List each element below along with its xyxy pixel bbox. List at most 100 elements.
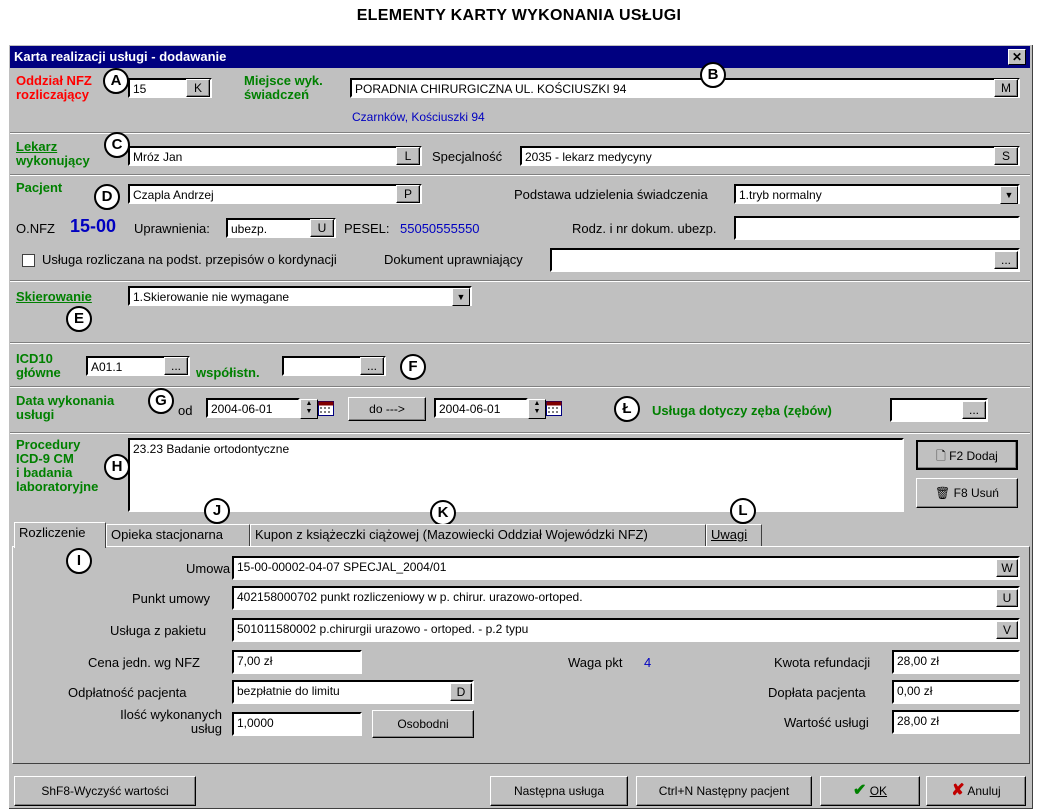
dokument-label: Dokument uprawniający	[384, 252, 523, 267]
date-from-spinner[interactable]: ▲ ▼	[300, 399, 318, 419]
procedury-label: Procedury ICD-9 CM i badania laboratoryj…	[16, 437, 99, 494]
procedury-list[interactable]: 23.23 Badanie ortodontyczne	[128, 438, 904, 512]
lekarz-label: Lekarz wykonujący	[16, 139, 90, 168]
koordynacja-checkbox[interactable]	[22, 254, 35, 267]
pacjent-input[interactable]: Czapla Andrzej	[128, 184, 422, 204]
podstawa-select[interactable]: 1.tryb normalny	[734, 184, 1020, 204]
wspolistn-button[interactable]: ...	[360, 357, 384, 375]
tab-opieka-stacjonarna[interactable]: Opieka stacjonarna	[106, 524, 250, 546]
cancel-button[interactable]: ✘ Anuluj	[926, 776, 1026, 806]
odplatnosc-button[interactable]: D	[450, 683, 472, 701]
ilosc-label: Ilość wykonanych usług	[120, 707, 222, 736]
punkt-input[interactable]: 402158000702 punkt rozliczeniowy w p. ch…	[232, 586, 1020, 610]
pesel-label: PESEL:	[344, 221, 390, 236]
punkt-button[interactable]: U	[996, 589, 1018, 607]
miejsce-address: Czarnków, Kościuszki 94	[352, 110, 485, 124]
marker-l: L	[730, 498, 756, 524]
wartosc-label: Wartość usługi	[784, 715, 869, 730]
specjalnosc-label: Specjalność	[432, 149, 503, 164]
miejsce-button[interactable]: M	[994, 79, 1018, 97]
date-to-input[interactable]: 2004-06-01	[434, 398, 528, 418]
specjalnosc-button[interactable]: S	[994, 147, 1018, 165]
calendar-icon[interactable]	[546, 400, 562, 416]
osobodni-button[interactable]: Osobodni	[372, 710, 474, 738]
doplata-input[interactable]: 0,00 zł	[892, 680, 1020, 704]
lekarz-button[interactable]: L	[396, 147, 420, 165]
separator	[10, 132, 1030, 134]
cena-label: Cena jedn. wg NFZ	[88, 655, 200, 670]
marker-g: G	[148, 388, 174, 414]
oddzial-label: Oddział NFZ rozliczający	[16, 73, 92, 102]
cena-input[interactable]: 7,00 zł	[232, 650, 362, 674]
rodz-dokum-label: Rodz. i nr dokum. ubezp.	[572, 221, 717, 236]
trash-icon: 🗑	[935, 486, 951, 500]
icd10-button[interactable]: ...	[164, 357, 188, 375]
miejsce-input[interactable]: PORADNIA CHIRURGICZNA UL. KOŚCIUSZKI 94	[350, 78, 1020, 98]
umowa-input[interactable]: 15-00-00002-04-07 SPECJAL_2004/01	[232, 556, 1020, 580]
ilosc-input[interactable]: 1,0000	[232, 712, 362, 736]
checkmark-icon: ✔	[852, 782, 867, 799]
pacjent-button[interactable]: P	[396, 185, 420, 203]
chevron-down-icon[interactable]: ▼	[1000, 186, 1018, 204]
marker-i: I	[66, 548, 92, 574]
pesel-value: 55050555550	[400, 221, 480, 236]
data-label: Data wykonania usługi	[16, 393, 115, 422]
doplata-label: Dopłata pacjenta	[768, 685, 866, 700]
date-to-button[interactable]: do --->	[348, 397, 426, 421]
zab-button[interactable]: ...	[962, 401, 986, 419]
icd10-label: ICD10 główne	[16, 351, 61, 380]
remove-procedure-button[interactable]: 🗑 F8 Usuń	[916, 478, 1018, 508]
pakiet-input[interactable]: 501011580002 p.chirurgii urazowo - ortop…	[232, 618, 1020, 642]
calendar-icon[interactable]	[318, 400, 334, 416]
close-icon[interactable]: ✕	[1008, 49, 1026, 65]
rodz-dokum-input[interactable]	[734, 216, 1020, 240]
page-header: ELEMENTY KARTY WYKONANIA USŁUGI	[356, 7, 682, 24]
pakiet-button[interactable]: V	[996, 621, 1018, 639]
miejsce-label: Miejsce wyk. świadczeń	[244, 73, 323, 102]
podstawa-label: Podstawa udzielenia świadczenia	[514, 187, 708, 202]
date-from-input[interactable]: 2004-06-01	[206, 398, 300, 418]
odplatnosc-label: Odpłatność pacjenta	[68, 685, 187, 700]
clear-values-button[interactable]: ShF8-Wyczyść wartości	[14, 776, 196, 806]
pacjent-label: Pacjent	[16, 180, 63, 195]
wartosc-input[interactable]: 28,00 zł	[892, 710, 1020, 734]
uprawnienia-label: Uprawnienia:	[134, 221, 210, 236]
next-service-button[interactable]: Następna usługa	[490, 776, 628, 806]
punkt-label: Punkt umowy	[132, 591, 211, 606]
marker-c: C	[104, 132, 130, 158]
odplatnosc-input[interactable]: bezpłatnie do limitu	[232, 680, 474, 704]
skierowanie-select[interactable]: 1.Skierowanie nie wymagane	[128, 286, 472, 306]
marker-d: D	[94, 184, 120, 210]
marker-e: E	[66, 306, 92, 332]
umowa-button[interactable]: W	[996, 559, 1018, 577]
lekarz-input[interactable]: Mróz Jan	[128, 146, 422, 166]
new-document-icon: 🗋	[936, 449, 946, 463]
oddzial-button[interactable]: K	[186, 79, 210, 97]
ok-button[interactable]: ✔ OK	[820, 776, 920, 806]
add-procedure-button[interactable]: 🗋 F2 Dodaj	[916, 440, 1018, 470]
separator	[10, 280, 1030, 282]
separator	[10, 432, 1030, 434]
cross-icon: ✘	[951, 782, 965, 799]
list-item[interactable]: 23.23 Badanie ortodontyczne	[133, 441, 899, 457]
separator	[10, 174, 1030, 176]
dokument-input[interactable]	[550, 248, 1020, 272]
koordynacja-label: Usługa rozliczana na podst. przepisów o …	[42, 252, 337, 267]
kwota-input[interactable]: 28,00 zł	[892, 650, 1020, 674]
tab-uwagi[interactable]: Uwagi	[706, 524, 762, 546]
dokument-button[interactable]: ...	[994, 251, 1018, 269]
pakiet-label: Usługa z pakietu	[110, 623, 207, 638]
date-to-spinner[interactable]: ▲ ▼	[528, 399, 546, 419]
tab-rozliczenie[interactable]: Rozliczenie	[14, 522, 106, 548]
next-patient-button[interactable]: Ctrl+N Następny pacjent	[636, 776, 812, 806]
title-bar: Karta realizacji usługi - dodawanie ✕	[10, 46, 1030, 68]
specjalnosc-input[interactable]: 2035 - lekarz medycyny	[520, 146, 1020, 166]
tab-kupon[interactable]: Kupon z książeczki ciążowej (Mazowiecki …	[250, 524, 706, 546]
chevron-down-icon[interactable]: ▼	[452, 288, 470, 306]
uprawnienia-button[interactable]: U	[310, 219, 334, 237]
marker-l-stroke: Ł	[614, 396, 640, 422]
marker-k: K	[430, 500, 456, 526]
umowa-label: Umowa	[186, 561, 231, 576]
waga-value: 4	[644, 655, 652, 670]
marker-b: B	[700, 62, 726, 88]
